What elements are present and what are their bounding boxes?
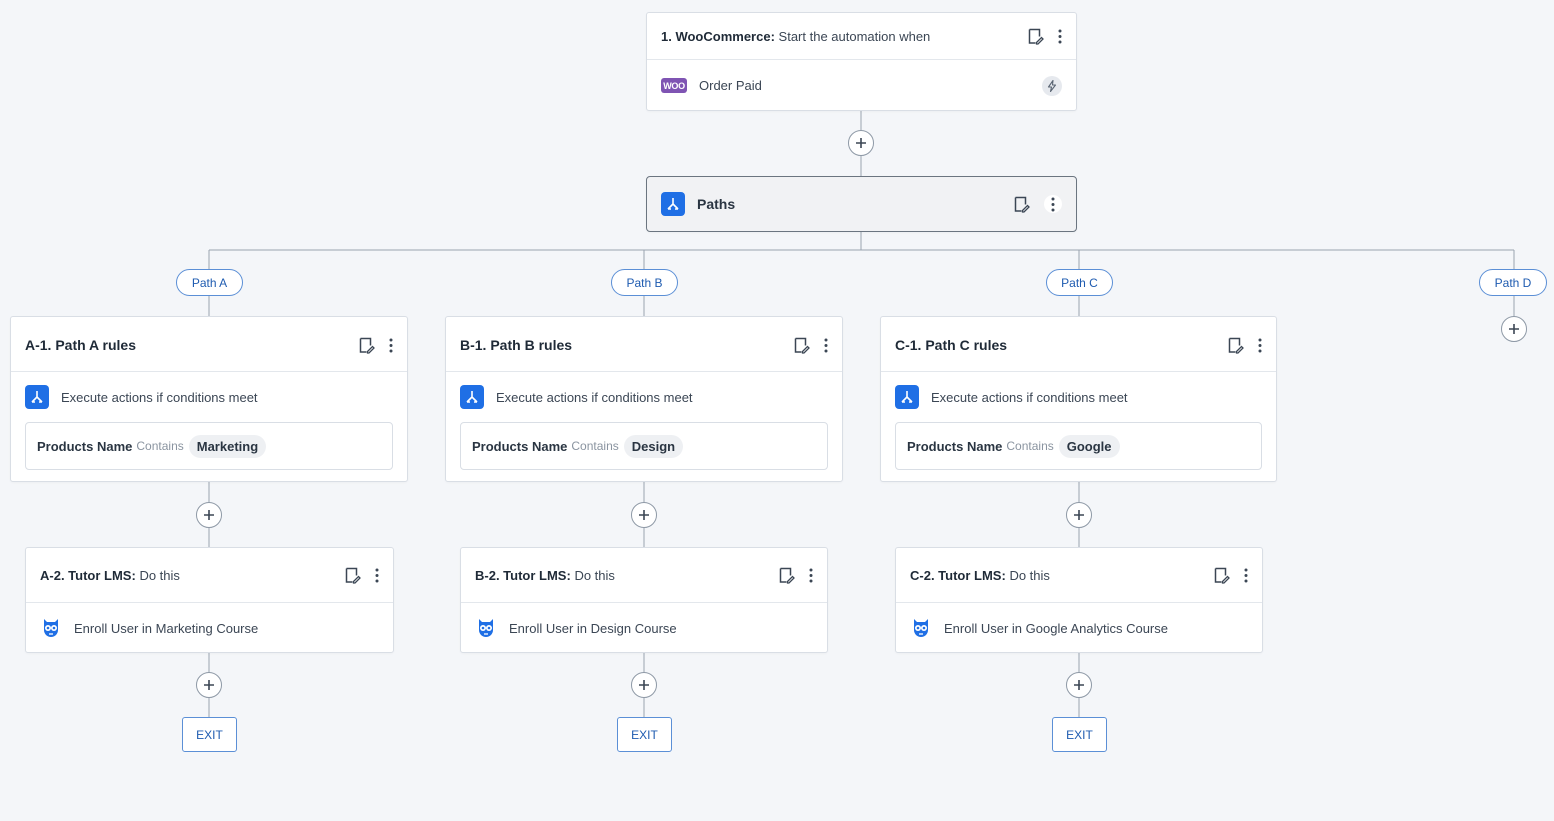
rules-description: Execute actions if conditions meet: [496, 389, 693, 405]
lightning-icon: [1042, 75, 1062, 96]
rules-description: Execute actions if conditions meet: [61, 389, 258, 405]
condition-box[interactable]: Products Name Contains Design: [460, 422, 828, 470]
action-label: C-2. Tutor LMS:: [910, 567, 1006, 583]
more-menu-icon[interactable]: [1244, 568, 1248, 583]
add-step-button[interactable]: [631, 672, 657, 698]
add-step-button[interactable]: [196, 672, 222, 698]
path-a-pill[interactable]: Path A: [176, 269, 243, 296]
path-d-pill[interactable]: Path D: [1479, 269, 1547, 296]
action-description: Enroll User in Google Analytics Course: [944, 620, 1168, 636]
paths-icon: [25, 385, 49, 409]
condition-operator: Contains: [136, 439, 184, 453]
rules-title: C-1. Path C rules: [895, 337, 1008, 353]
exit-node[interactable]: EXIT: [1052, 717, 1107, 752]
add-step-button[interactable]: [1501, 316, 1527, 342]
paths-label: Paths: [697, 196, 736, 212]
tutor-lms-icon: [910, 616, 932, 640]
note-icon[interactable]: [1227, 337, 1244, 354]
path-c-action-card[interactable]: C-2. Tutor LMS: Do this Enroll User in G…: [895, 547, 1263, 653]
paths-icon: [895, 385, 919, 409]
condition-field: Products Name: [907, 438, 1003, 454]
tutor-lms-icon: [40, 616, 62, 640]
more-menu-icon[interactable]: [809, 568, 813, 583]
add-step-button[interactable]: [631, 502, 657, 528]
trigger-card-header: 1. WooCommerce: Start the automation whe…: [647, 13, 1076, 60]
path-c-rules-card[interactable]: C-1. Path C rules Execute actions if con…: [880, 316, 1277, 482]
trigger-card[interactable]: 1. WooCommerce: Start the automation whe…: [646, 12, 1077, 111]
condition-value: Marketing: [188, 434, 267, 458]
rules-title: B-1. Path B rules: [460, 337, 573, 353]
condition-value: Google: [1058, 434, 1120, 458]
add-step-button[interactable]: [196, 502, 222, 528]
woocommerce-logo-icon: WOO: [661, 78, 687, 93]
path-b-pill[interactable]: Path B: [611, 269, 678, 296]
exit-node[interactable]: EXIT: [182, 717, 237, 752]
condition-box[interactable]: Products Name Contains Google: [895, 422, 1262, 470]
rules-description: Execute actions if conditions meet: [931, 389, 1128, 405]
note-icon[interactable]: [778, 567, 795, 584]
condition-operator: Contains: [1006, 439, 1054, 453]
add-step-button[interactable]: [1066, 502, 1092, 528]
action-label: B-2. Tutor LMS:: [475, 567, 571, 583]
path-b-rules-card[interactable]: B-1. Path B rules Execute actions if con…: [445, 316, 843, 482]
trigger-event-label: Order Paid: [699, 78, 762, 93]
action-description: Enroll User in Marketing Course: [74, 620, 259, 636]
more-menu-icon[interactable]: [1258, 338, 1262, 353]
note-icon[interactable]: [1027, 28, 1044, 45]
paths-icon: [661, 192, 685, 216]
note-icon[interactable]: [1213, 567, 1230, 584]
condition-field: Products Name: [472, 438, 568, 454]
automation-canvas: 1. WooCommerce: Start the automation whe…: [0, 0, 1554, 821]
trigger-title: 1. WooCommerce: Start the automation whe…: [661, 29, 930, 44]
paths-card[interactable]: Paths: [646, 176, 1077, 232]
trigger-event-row[interactable]: WOO Order Paid: [647, 60, 1076, 111]
more-menu-icon[interactable]: [389, 338, 393, 353]
path-a-action-card[interactable]: A-2. Tutor LMS: Do this Enroll User in M…: [25, 547, 394, 653]
action-label: A-2. Tutor LMS:: [40, 567, 136, 583]
note-icon[interactable]: [344, 567, 361, 584]
add-step-button[interactable]: [848, 130, 874, 156]
more-menu-icon[interactable]: [375, 568, 379, 583]
note-icon[interactable]: [1013, 196, 1030, 213]
condition-value: Design: [623, 434, 684, 458]
more-menu-icon[interactable]: [1058, 29, 1062, 44]
more-menu-icon[interactable]: [824, 338, 828, 353]
condition-box[interactable]: Products Name Contains Marketing: [25, 422, 393, 470]
paths-icon: [460, 385, 484, 409]
path-a-rules-card[interactable]: A-1. Path A rules Execute actions if con…: [10, 316, 408, 482]
trigger-title-rest: Start the automation when: [778, 28, 931, 44]
note-icon[interactable]: [358, 337, 375, 354]
trigger-number-label: 1. WooCommerce:: [661, 28, 775, 44]
path-c-pill[interactable]: Path C: [1046, 269, 1113, 296]
condition-operator: Contains: [571, 439, 619, 453]
action-description: Enroll User in Design Course: [509, 620, 677, 636]
action-title-rest: Do this: [1009, 567, 1050, 583]
rules-title: A-1. Path A rules: [25, 337, 136, 353]
add-step-button[interactable]: [1066, 672, 1092, 698]
tutor-lms-icon: [475, 616, 497, 640]
condition-field: Products Name: [37, 438, 133, 454]
path-b-action-card[interactable]: B-2. Tutor LMS: Do this Enroll User in D…: [460, 547, 828, 653]
action-title-rest: Do this: [574, 567, 615, 583]
action-title-rest: Do this: [139, 567, 180, 583]
exit-node[interactable]: EXIT: [617, 717, 672, 752]
note-icon[interactable]: [793, 337, 810, 354]
more-menu-icon[interactable]: [1044, 195, 1062, 213]
